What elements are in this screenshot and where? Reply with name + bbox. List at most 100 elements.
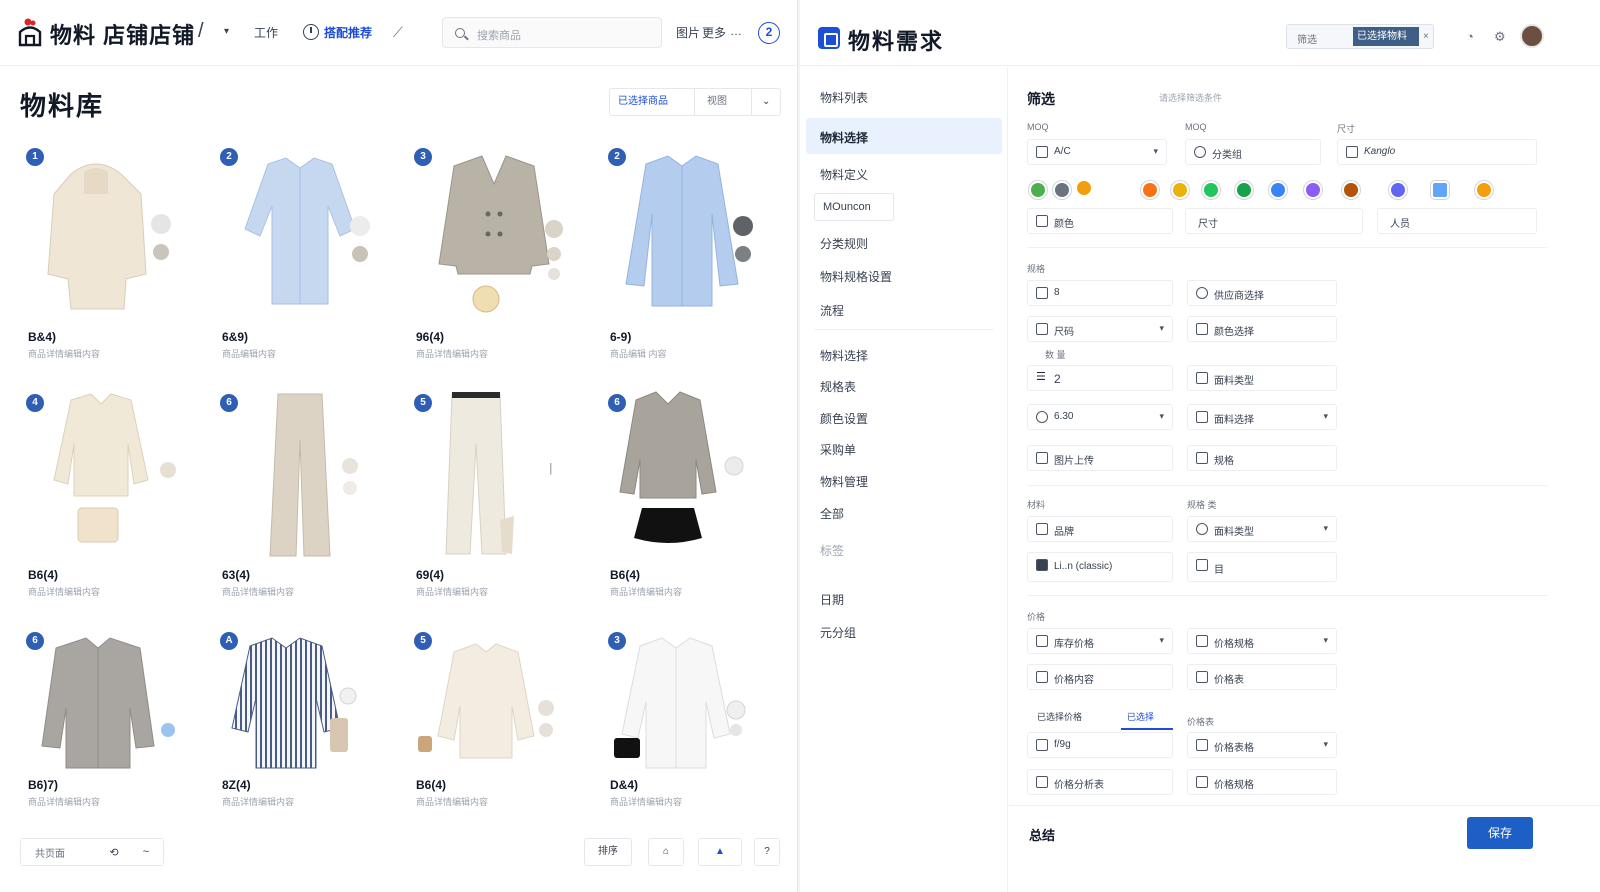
sidebar-item-management[interactable]: 物料管理 xyxy=(820,473,868,490)
person-field[interactable]: 人员 xyxy=(1377,208,1537,234)
color-select-field[interactable]: 颜色选择 xyxy=(1187,316,1337,342)
price-spec-field[interactable]: 价格规格 xyxy=(1187,769,1337,795)
product-card[interactable]: 6 63(4) 商品详情编辑内容 xyxy=(210,380,390,610)
home-icon[interactable]: ⌂ xyxy=(648,838,684,866)
size-select[interactable]: 尺码 ▾ xyxy=(1027,316,1173,342)
color-swatch[interactable] xyxy=(1342,181,1360,199)
color-swatch[interactable] xyxy=(1171,181,1189,199)
sidebar-item-process[interactable]: 流程 xyxy=(820,302,844,319)
view-switch-selected[interactable]: 已选择商品 xyxy=(610,89,695,115)
stock-price-select[interactable]: 库存价格 ▾ xyxy=(1027,628,1173,654)
category-field[interactable]: 分类组 xyxy=(1185,139,1321,165)
sidebar-item-purchase[interactable]: 采购单 xyxy=(820,441,856,458)
sort-button[interactable]: 排序 xyxy=(584,838,632,866)
search-input[interactable]: 搜索商品 xyxy=(442,17,662,48)
product-card[interactable]: 6 B6)7) 商品详情编辑内容 xyxy=(16,618,196,848)
sidebar-item-definition[interactable]: 物料定义 xyxy=(820,166,868,183)
nav-work[interactable]: 工作 xyxy=(254,24,278,41)
pin-icon[interactable]: ⟋ xyxy=(393,24,403,41)
help-icon[interactable]: 2 xyxy=(758,22,780,44)
moq-select[interactable]: A/C ▾ xyxy=(1027,139,1167,165)
price-spec-select[interactable]: 价格规格 ▾ xyxy=(1187,628,1337,654)
price-analysis-field[interactable]: 价格分析表 xyxy=(1027,769,1173,795)
sidebar-item-tags[interactable]: 标签 xyxy=(820,542,844,559)
color-swatch[interactable] xyxy=(1235,181,1253,199)
linen-field[interactable]: Li..n (classic) xyxy=(1027,552,1173,582)
color-swatch[interactable] xyxy=(1431,181,1449,199)
avatar[interactable] xyxy=(1520,24,1544,48)
color-swatch[interactable] xyxy=(1389,181,1407,199)
settings-icon[interactable]: ⚙ xyxy=(1494,29,1506,45)
color-swatch[interactable] xyxy=(1077,181,1091,195)
sidebar-item-material-select[interactable]: 物料选择 xyxy=(820,129,868,146)
hoodie-image xyxy=(47,163,171,310)
product-card[interactable]: 2 6-9) 商品编辑 内容 xyxy=(598,134,778,364)
wave-icon[interactable]: ~ xyxy=(131,846,161,858)
price-content-field[interactable]: 价格内容 xyxy=(1027,664,1173,690)
weight-select[interactable]: 6.30 ▾ xyxy=(1027,404,1173,430)
item-field[interactable]: 目 xyxy=(1187,552,1337,582)
brand-field[interactable]: Kanglo xyxy=(1337,139,1537,165)
toolbar-ellipsis[interactable]: … xyxy=(730,24,742,38)
help-button[interactable]: ? xyxy=(754,838,780,866)
supplier-field[interactable]: 供应商选择 xyxy=(1187,280,1337,306)
bell-icon[interactable]: ◔ xyxy=(1466,29,1474,44)
save-button[interactable]: 保存 xyxy=(1467,817,1533,849)
spec-field-left[interactable]: 8 xyxy=(1027,280,1173,306)
tab-selected[interactable]: 已选择 xyxy=(1127,710,1154,723)
product-card[interactable]: 5 B6(4) 商品详情编辑内容 xyxy=(404,618,584,848)
chevron-down-icon: ▾ xyxy=(1323,739,1328,749)
product-card[interactable]: 6 B6(4) 商品详情编辑内容 xyxy=(598,380,778,610)
color-field[interactable]: 颜色 xyxy=(1027,208,1173,234)
size-value-field[interactable]: f/9g xyxy=(1027,732,1173,758)
spec-field[interactable]: 规格 xyxy=(1187,445,1337,471)
sidebar-item-date[interactable]: 日期 xyxy=(820,591,844,608)
product-card[interactable]: 4 B6(4) 商品详情编辑内容 xyxy=(16,380,196,610)
color-swatch[interactable] xyxy=(1202,181,1220,199)
product-card[interactable]: A 8Z(4) 商品详情编辑内容 xyxy=(210,618,390,848)
price-table-field[interactable]: 价格表 xyxy=(1187,664,1337,690)
fabric-type-select[interactable]: 面料类型 ▾ xyxy=(1187,516,1337,542)
color-swatch[interactable] xyxy=(1269,181,1287,199)
sidebar-item-mouncon[interactable]: MOuncon xyxy=(814,193,894,221)
field-value: 2 xyxy=(1054,372,1061,386)
product-card[interactable]: 1 B&4) 商品详情编辑内容 xyxy=(16,134,196,364)
price-grid-select[interactable]: 价格表格 ▾ xyxy=(1187,732,1337,758)
card-number-badge: 5 xyxy=(414,632,432,650)
product-card[interactable]: 3 96(4) 商品详情编辑内容 xyxy=(404,134,584,364)
color-swatch[interactable] xyxy=(1053,181,1071,199)
sidebar-item-colors[interactable]: 颜色设置 xyxy=(820,410,868,427)
nav-recommend[interactable]: 搭配推荐 xyxy=(324,24,372,41)
sidebar-item-group[interactable]: 元分组 xyxy=(820,624,856,641)
sidebar-item-spec-settings[interactable]: 物料规格设置 xyxy=(820,268,892,285)
refresh-icon[interactable]: ⟲ xyxy=(97,846,131,859)
filter-active-tag[interactable]: 已选择物料 xyxy=(1353,27,1419,46)
product-card[interactable]: ǀ 5 69(4) 商品详情编辑内容 xyxy=(404,380,584,610)
close-icon[interactable]: × xyxy=(1423,31,1429,42)
user-icon[interactable]: ▲ xyxy=(698,838,742,866)
chevron-down-icon[interactable]: ▾ xyxy=(224,26,229,37)
quantity-field[interactable]: ☰ 2 xyxy=(1027,365,1173,391)
size-field[interactable]: 尺寸 xyxy=(1185,208,1363,234)
product-card[interactable]: 2 6&9) 商品编辑内容 xyxy=(210,134,390,364)
color-swatch[interactable] xyxy=(1475,181,1493,199)
color-swatch[interactable] xyxy=(1304,181,1322,199)
color-swatch[interactable] xyxy=(1141,181,1159,199)
image-upload-field[interactable]: 图片上传 xyxy=(1027,445,1173,471)
color-swatch[interactable] xyxy=(1029,181,1047,199)
sidebar-item-material-select-2[interactable]: 物料选择 xyxy=(820,347,868,364)
tab-selected-price[interactable]: 已选择价格 xyxy=(1037,710,1082,723)
sidebar-item-rules[interactable]: 分类规则 xyxy=(820,235,868,252)
toolbar-more[interactable]: 更多 xyxy=(702,24,726,41)
product-card[interactable]: 3 D&4) 商品详情编辑内容 xyxy=(598,618,778,848)
filter-pill[interactable]: 筛选 已选择物料 × xyxy=(1286,24,1434,49)
brand-field-2[interactable]: 品牌 xyxy=(1027,516,1173,542)
sidebar-item-spec-table[interactable]: 规格表 xyxy=(820,378,856,395)
chevron-down-icon[interactable]: ⌄ xyxy=(752,89,780,115)
sidebar-item-material-list[interactable]: 物料列表 xyxy=(820,89,868,106)
sidebar-item-all[interactable]: 全部 xyxy=(820,505,844,522)
toolbar-image[interactable]: 图片 xyxy=(676,24,700,41)
fabric-type-field[interactable]: 面料类型 xyxy=(1187,365,1337,391)
view-switch-view[interactable]: 视图 xyxy=(695,89,753,115)
fabric-select[interactable]: 面料选择 ▾ xyxy=(1187,404,1337,430)
